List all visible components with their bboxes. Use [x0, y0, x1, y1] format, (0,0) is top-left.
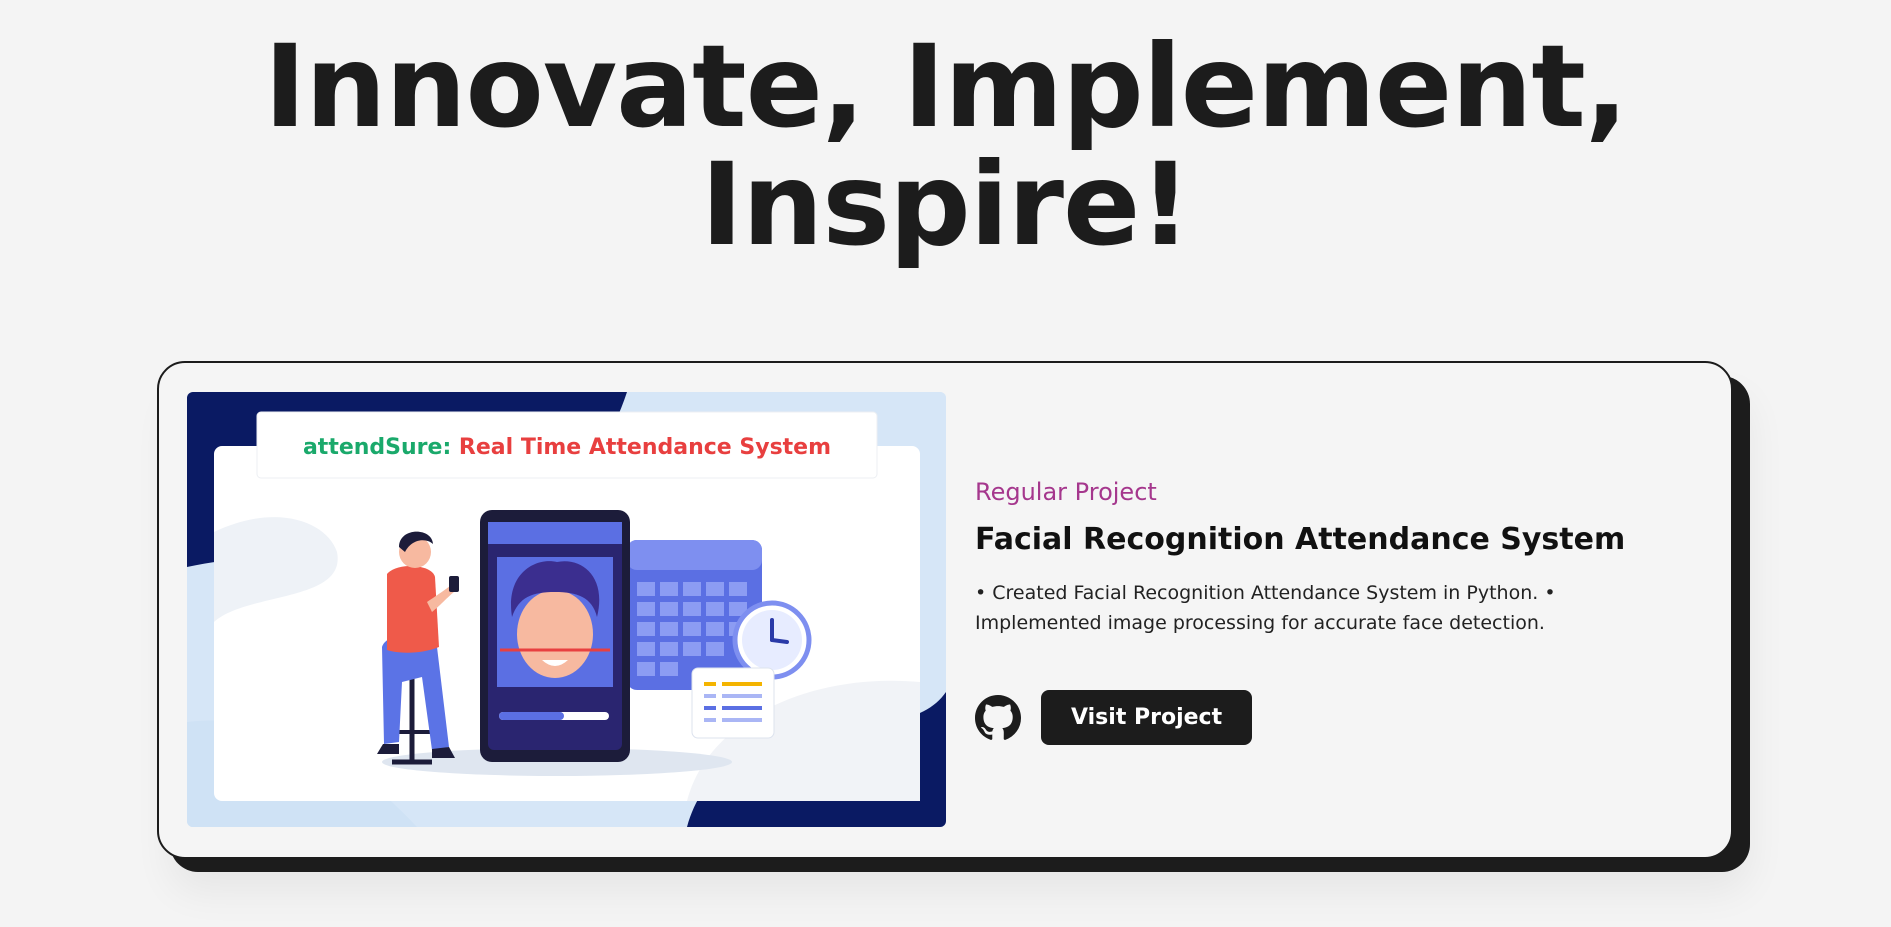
project-info: Regular Project Facial Recognition Atten…	[975, 476, 1695, 638]
github-icon-glyph	[975, 694, 1021, 740]
svg-text:attendSure: Real Time Attendan: attendSure: Real Time Attendance System	[303, 435, 831, 460]
github-icon[interactable]	[975, 694, 1021, 741]
hero-title-line-2: Inspire!	[700, 138, 1192, 271]
project-thumbnail-illustration: attendSure: Real Time Attendance System	[187, 392, 946, 827]
project-description: • Created Facial Recognition Attendance …	[975, 582, 1556, 634]
banner-prefix: attendSure:	[303, 435, 451, 460]
hero-title: Innovate, Implement, Inspire!	[0, 28, 1891, 264]
project-title: Facial Recognition Attendance System	[975, 522, 1626, 557]
project-tag: Regular Project	[975, 478, 1157, 506]
project-thumbnail[interactable]: attendSure: Real Time Attendance System	[187, 392, 946, 827]
visit-project-button[interactable]: Visit Project	[1041, 690, 1253, 745]
hero-title-line-1: Innovate, Implement,	[263, 20, 1628, 153]
banner-title: Real Time Attendance System	[451, 435, 831, 460]
project-actions: Visit Project	[975, 690, 1253, 745]
